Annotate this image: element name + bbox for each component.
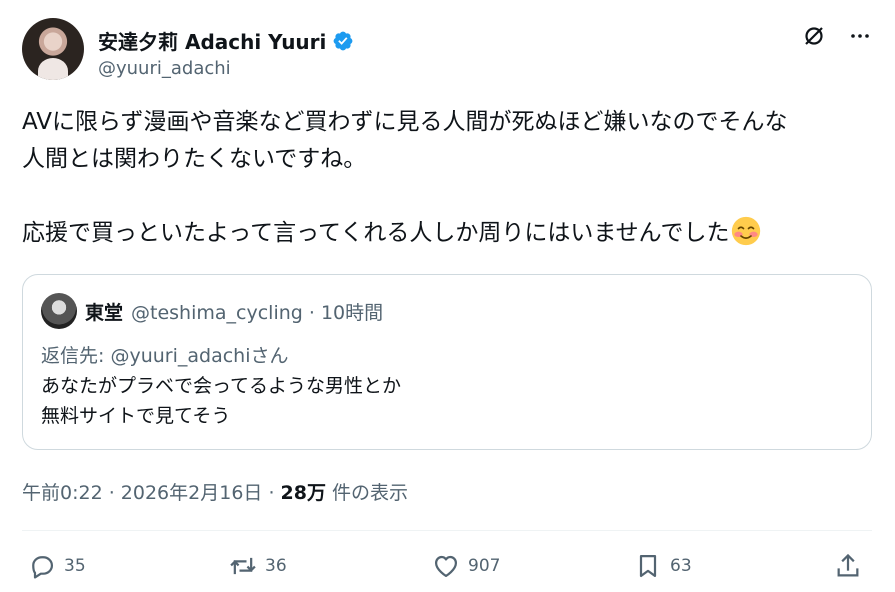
time-date[interactable]: 午前0:22 · 2026年2月16日 · bbox=[22, 482, 281, 504]
verified-badge-icon[interactable] bbox=[332, 30, 354, 52]
reply-prefix: 返信先: bbox=[41, 345, 111, 367]
tweet-line: AVに限らず漫画や音楽など買わずに見る人間が死ぬほど嫌いなのでそんな bbox=[22, 109, 788, 135]
reply-suffix: さん bbox=[250, 345, 289, 367]
more-icon[interactable] bbox=[848, 24, 872, 48]
author-handle[interactable]: @yuuri_adachi bbox=[98, 58, 231, 79]
reply-to-line: 返信先: @yuuri_adachiさん bbox=[41, 341, 289, 368]
quoted-tweet-body: あなたがプラベで会ってるような男性とか 無料サイトで見てそう bbox=[41, 371, 841, 431]
tweet-timestamp: 午前0:22 · 2026年2月16日 · 28万 件の表示 bbox=[22, 478, 408, 505]
tweet-actions: 35 36 907 63 bbox=[22, 552, 872, 588]
divider bbox=[22, 530, 872, 531]
tweet-header: 安達夕莉 Adachi Yuuri @yuuri_adachi bbox=[22, 18, 872, 82]
heart-icon bbox=[434, 555, 458, 578]
tweet-line: 応援で買っといたよって言ってくれる人しか周りにはいませんでした bbox=[22, 220, 730, 246]
quoted-line: 無料サイトで見てそう bbox=[41, 405, 231, 427]
smiling-face-with-blush-emoji-icon bbox=[732, 216, 761, 246]
repost-count: 36 bbox=[265, 556, 287, 576]
author-name-row: 安達夕莉 Adachi Yuuri bbox=[98, 26, 354, 55]
header-actions bbox=[802, 24, 872, 48]
grok-icon[interactable] bbox=[802, 24, 826, 48]
share-button[interactable] bbox=[834, 552, 862, 580]
reply-count: 35 bbox=[64, 556, 86, 576]
like-count: 907 bbox=[468, 556, 501, 576]
quoted-author-name: 東堂 bbox=[85, 301, 124, 324]
author-display-name[interactable]: 安達夕莉 Adachi Yuuri bbox=[98, 26, 326, 55]
quoted-author-avatar bbox=[41, 293, 77, 329]
tweet-line: 人間とは関わりたくないですね。 bbox=[22, 146, 367, 172]
bookmark-button[interactable]: 63 bbox=[634, 552, 692, 580]
views-label: 件の表示 bbox=[325, 482, 409, 504]
bookmark-icon bbox=[639, 554, 657, 578]
reply-icon bbox=[32, 556, 54, 579]
view-count: 28万 bbox=[280, 482, 326, 504]
quoted-tweet[interactable]: 東堂 @teshima_cycling · 10時間 返信先: @yuuri_a… bbox=[22, 274, 872, 450]
repost-icon bbox=[230, 557, 256, 575]
bookmark-count: 63 bbox=[670, 556, 692, 576]
author-avatar[interactable] bbox=[22, 18, 84, 80]
repost-button[interactable]: 36 bbox=[229, 552, 287, 580]
quoted-line: あなたがプラベで会ってるような男性とか bbox=[41, 375, 402, 397]
share-icon bbox=[837, 553, 859, 577]
tweet-line-with-emoji: 応援で買っといたよって言ってくれる人しか周りにはいませんでした bbox=[22, 215, 872, 252]
quoted-tweet-header: 東堂 @teshima_cycling · 10時間 bbox=[41, 293, 383, 329]
reply-mention: @yuuri_adachi bbox=[110, 345, 251, 367]
quoted-author-handle-time: @teshima_cycling · 10時間 bbox=[131, 301, 384, 324]
reply-button[interactable]: 35 bbox=[28, 552, 86, 580]
tweet-text: AVに限らず漫画や音楽など買わずに見る人間が死ぬほど嫌いなのでそんな 人間とは関… bbox=[22, 104, 872, 252]
like-button[interactable]: 907 bbox=[432, 552, 500, 580]
